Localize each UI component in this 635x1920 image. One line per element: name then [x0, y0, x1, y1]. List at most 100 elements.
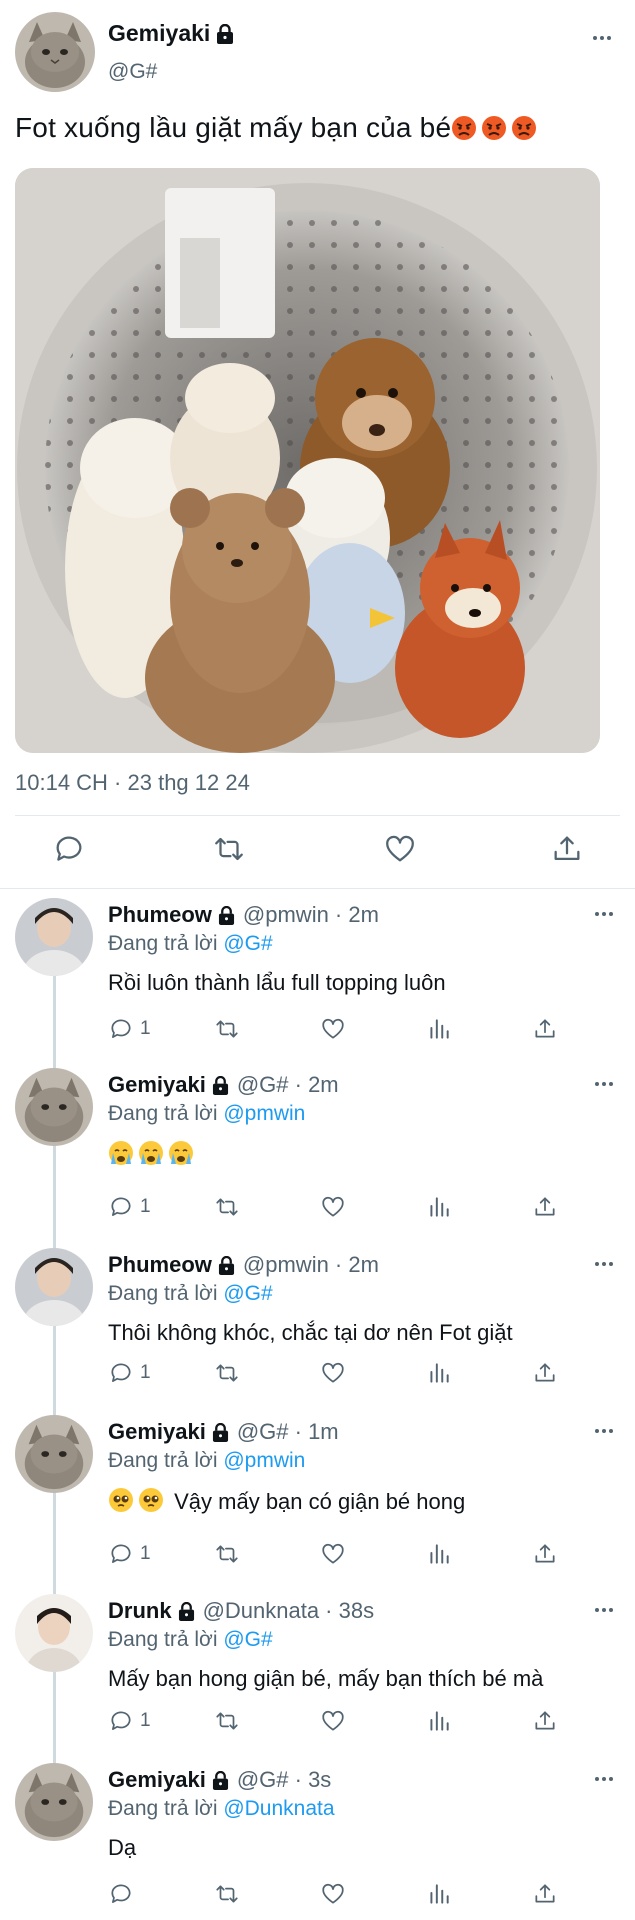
views-icon [430, 1197, 449, 1217]
tweet-photo[interactable] [15, 168, 600, 753]
mention-link[interactable]: @G# [223, 1282, 272, 1305]
more-options-icon[interactable] [592, 902, 616, 931]
reply-author-name[interactable]: Phumeow [108, 902, 212, 928]
retweet-icon[interactable] [212, 832, 246, 866]
views-button[interactable] [426, 1708, 452, 1734]
lock-icon [218, 905, 234, 925]
reply-button[interactable]: 1 [108, 1016, 151, 1042]
pleading-face-icon [138, 1488, 168, 1514]
reply-button[interactable]: 1 [108, 1360, 151, 1386]
like-button[interactable] [320, 1708, 346, 1734]
lock-icon [212, 1075, 228, 1095]
share-icon[interactable] [550, 832, 584, 866]
like-button[interactable] [320, 1016, 346, 1042]
divider [15, 815, 620, 816]
like-button[interactable] [320, 1541, 346, 1567]
like-icon [322, 1196, 344, 1217]
retweet-icon [216, 1712, 238, 1730]
reply-count: 1 [140, 1196, 151, 1217]
reply-header: Phumeow @pmwin · 2m [108, 902, 379, 928]
cat-avatar[interactable] [15, 1415, 93, 1493]
retweet-button[interactable] [214, 1708, 240, 1734]
reply-tweet[interactable]: Phumeow @pmwin · 2m Đang trả lời @G# Rồi… [0, 898, 635, 1058]
like-button[interactable] [320, 1881, 346, 1907]
share-button[interactable] [532, 1016, 558, 1042]
mention-link[interactable]: @pmwin [223, 1449, 305, 1472]
replying-prefix: Đang trả lời [108, 1628, 218, 1651]
like-icon[interactable] [383, 832, 417, 866]
retweet-icon [216, 1885, 238, 1903]
person-avatar[interactable] [15, 1248, 93, 1326]
reply-button[interactable]: 1 [108, 1541, 151, 1567]
reply-button[interactable] [108, 1881, 140, 1907]
reply-author-name[interactable]: Phumeow [108, 1252, 212, 1278]
reply-author-name[interactable]: Drunk [108, 1598, 172, 1624]
tweet-timestamp[interactable]: 10:14 CH · 23 thg 12 24 [15, 770, 250, 796]
more-options-icon[interactable] [592, 1072, 616, 1101]
more-options-icon[interactable] [592, 1252, 616, 1281]
replying-prefix: Đang trả lời [108, 1797, 218, 1820]
reply-tweet[interactable]: Gemiyaki @G# · 2m Đang trả lời @pmwin 1 [0, 1068, 635, 1228]
views-button[interactable] [426, 1541, 452, 1567]
share-button[interactable] [532, 1360, 558, 1386]
views-button[interactable] [426, 1881, 452, 1907]
mention-link[interactable]: @Dunknata [223, 1797, 334, 1820]
more-options-icon[interactable] [590, 26, 614, 55]
retweet-button[interactable] [214, 1541, 240, 1567]
reply-tweet[interactable]: Phumeow @pmwin · 2m Đang trả lời @G# Thô… [0, 1248, 635, 1398]
reply-tweet[interactable]: Drunk @Dunknata · 38s Đang trả lời @G# M… [0, 1594, 635, 1744]
reply-author-name[interactable]: Gemiyaki [108, 1767, 206, 1793]
person-avatar-2[interactable] [15, 1594, 93, 1672]
views-button[interactable] [426, 1360, 452, 1386]
retweet-button[interactable] [214, 1881, 240, 1907]
mention-link[interactable]: @G# [223, 1628, 272, 1651]
share-button[interactable] [532, 1881, 558, 1907]
retweet-button[interactable] [214, 1194, 240, 1220]
mention-link[interactable]: @G# [223, 932, 272, 955]
share-button[interactable] [532, 1541, 558, 1567]
cat-avatar[interactable] [15, 1068, 93, 1146]
replying-to: Đang trả lời @G# [108, 1282, 273, 1306]
reply-button[interactable]: 1 [108, 1194, 151, 1220]
share-button[interactable] [532, 1708, 558, 1734]
like-icon [322, 1362, 344, 1383]
reply-handle-time: @G# · 1m [236, 1419, 339, 1444]
share-button[interactable] [532, 1194, 558, 1220]
views-icon [430, 1019, 449, 1039]
like-button[interactable] [320, 1360, 346, 1386]
reply-text [108, 1140, 198, 1168]
retweet-icon [216, 1020, 238, 1038]
reply-button[interactable]: 1 [108, 1708, 151, 1734]
reply-author-name[interactable]: Gemiyaki [108, 1419, 206, 1445]
reply-handle-time: @pmwin · 2m [242, 902, 379, 927]
more-options-icon[interactable] [592, 1767, 616, 1796]
more-options-icon[interactable] [592, 1598, 616, 1627]
tweet-actions [0, 832, 635, 872]
cat-avatar[interactable] [15, 1763, 93, 1841]
more-options-icon[interactable] [592, 1419, 616, 1448]
reply-tweet[interactable]: Gemiyaki @G# · 3s Đang trả lời @Dunknata… [0, 1763, 635, 1913]
crying-face-icon [138, 1141, 168, 1167]
author-name[interactable]: Gemiyaki [108, 20, 234, 47]
reply-count: 1 [140, 1018, 151, 1039]
reply-tweet[interactable]: Gemiyaki @G# · 1m Đang trả lời @pmwin Vậ… [0, 1415, 635, 1575]
author-avatar[interactable] [15, 12, 95, 92]
pleading-face-icon [108, 1488, 138, 1514]
retweet-button[interactable] [214, 1360, 240, 1386]
reply-author-name[interactable]: Gemiyaki [108, 1072, 206, 1098]
like-button[interactable] [320, 1194, 346, 1220]
tweet-text: Fot xuống lầu giặt mấy bạn của bé [15, 112, 541, 144]
author-handle: @G# [108, 60, 158, 83]
lock-icon [178, 1601, 194, 1621]
person-avatar[interactable] [15, 898, 93, 976]
reply-icon[interactable] [52, 832, 86, 866]
lock-icon [217, 23, 234, 44]
retweet-button[interactable] [214, 1016, 240, 1042]
views-button[interactable] [426, 1194, 452, 1220]
reply-text-content: Vậy mấy bạn có giận bé hong [174, 1489, 466, 1514]
reply-header: Drunk @Dunknata · 38s [108, 1598, 374, 1624]
like-icon [322, 1543, 344, 1564]
reply-actions: 1 [108, 1360, 558, 1390]
views-button[interactable] [426, 1016, 452, 1042]
mention-link[interactable]: @pmwin [223, 1102, 305, 1125]
